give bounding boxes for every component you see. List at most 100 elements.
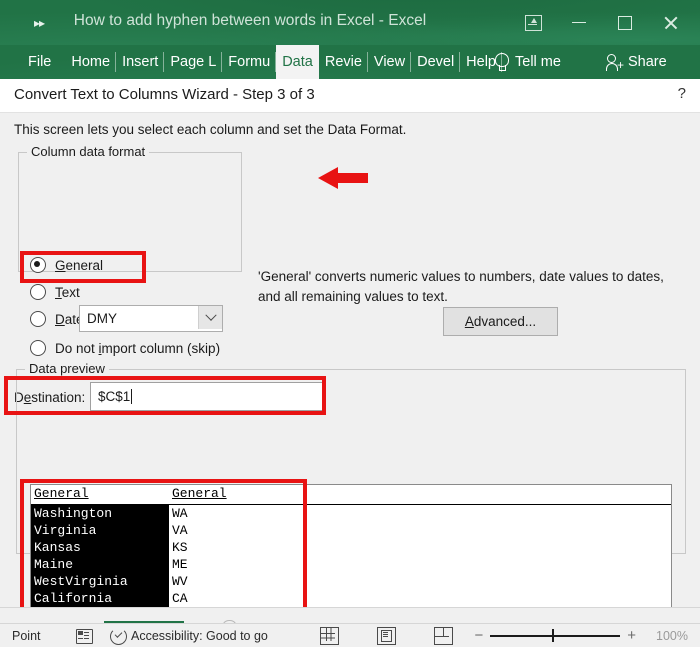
tab-formulas[interactable]: Formu (222, 45, 276, 79)
page-layout-view-icon[interactable] (377, 627, 396, 645)
tab-formulas-label: Formu (228, 54, 270, 70)
zoom-handle[interactable] (552, 629, 554, 642)
cell-col1: Kansas (34, 539, 81, 556)
normal-view-icon[interactable] (320, 627, 339, 645)
dialog-description: This screen lets you select each column … (14, 122, 406, 137)
dialog-title: Convert Text to Columns Wizard - Step 3 … (14, 86, 315, 103)
radio-text[interactable]: Text (30, 284, 80, 300)
ribbon-tab-strip: File Home Insert Page L Formu Data Revie… (0, 45, 700, 79)
accessibility-status[interactable]: Accessibility: Good to go (110, 628, 268, 645)
tab-review-label: Revie (325, 54, 362, 70)
tab-developer[interactable]: Devel (411, 45, 460, 79)
minimize-icon (572, 22, 586, 24)
radio-text-indicator (30, 284, 46, 300)
format-description: 'General' converts numeric values to num… (258, 267, 690, 306)
table-row: WestVirginia WV (31, 573, 671, 590)
excel-window: ▸▸ How to add hyphen between words in Ex… (0, 0, 700, 647)
tab-file-label: File (28, 54, 51, 70)
tab-insert-label: Insert (122, 54, 158, 70)
zoom-slider[interactable]: − + (474, 630, 636, 642)
accessibility-label: Accessibility: Good to go (131, 629, 268, 643)
maximize-button[interactable] (602, 0, 648, 45)
cell-col1: Virginia (34, 522, 96, 539)
date-format-value: DMY (80, 311, 117, 326)
radio-skip-indicator (30, 340, 46, 356)
tell-me-button[interactable]: Tell me (495, 45, 561, 79)
zoom-out-button[interactable]: − (474, 630, 483, 642)
share-button[interactable]: + Share (605, 45, 667, 79)
view-switcher (320, 627, 453, 645)
table-row: Kansas KS (31, 539, 671, 556)
minimize-button[interactable] (556, 0, 602, 45)
cell-col1: Maine (34, 556, 73, 573)
maximize-icon (618, 16, 632, 30)
advanced-button-label: Advanced... (465, 314, 536, 329)
share-person-icon: + (605, 53, 623, 71)
cell-col1: Washington (34, 505, 112, 522)
cell-col2: WA (172, 505, 188, 522)
tab-view[interactable]: View (368, 45, 411, 79)
table-row: Maine ME (31, 556, 671, 573)
tab-view-label: View (374, 54, 405, 70)
lightbulb-icon (495, 53, 508, 72)
tab-review[interactable]: Revie (319, 45, 368, 79)
dialog-title-bar: Convert Text to Columns Wizard - Step 3 … (0, 79, 700, 113)
ribbon-display-options-icon (525, 15, 542, 31)
tab-home-label: Home (71, 54, 110, 70)
cell-col1: California (34, 590, 112, 607)
table-row: Virginia VA (31, 522, 671, 539)
cell-col2: KS (172, 539, 188, 556)
radio-text-label: Text (55, 285, 80, 300)
column-header-1[interactable]: General (34, 486, 89, 501)
tab-developer-label: Devel (417, 54, 454, 70)
annotation-arrow-left (318, 167, 368, 189)
convert-text-to-columns-wizard: Convert Text to Columns Wizard - Step 3 … (0, 79, 700, 607)
cell-col2: WV (172, 573, 188, 590)
data-preview-body: Washington WA Virginia VA Kansas KS Main… (31, 505, 671, 607)
zoom-track[interactable] (490, 635, 620, 637)
tab-page-layout-label: Page L (170, 54, 216, 70)
cell-col2: CA (172, 590, 188, 607)
advanced-button[interactable]: Advanced... (443, 307, 558, 336)
close-icon (663, 15, 679, 31)
cell-col2: VA (172, 522, 188, 539)
status-mode: Point (12, 629, 41, 643)
tell-me-label: Tell me (515, 54, 561, 70)
title-bar: ▸▸ How to add hyphen between words in Ex… (0, 0, 700, 45)
chevron-down-icon[interactable] (198, 306, 222, 329)
status-bar: Point Accessibility: Good to go − + 100% (0, 623, 700, 647)
column-data-format-legend: Column data format (27, 144, 149, 159)
radio-skip-column[interactable]: Do not import column (skip) (30, 340, 220, 356)
tab-insert[interactable]: Insert (116, 45, 164, 79)
radio-skip-label: Do not import column (skip) (55, 341, 220, 356)
cell-col1: WestVirginia (34, 573, 128, 590)
close-button[interactable] (648, 0, 694, 45)
radio-general-indicator (30, 257, 46, 273)
help-button[interactable]: ? (678, 85, 686, 102)
tab-data[interactable]: Data (276, 45, 319, 79)
tab-file[interactable]: File (18, 45, 65, 79)
page-break-preview-icon[interactable] (434, 627, 453, 645)
column-data-format-group: Column data format (18, 152, 242, 272)
window-controls (510, 0, 694, 45)
share-label: Share (628, 54, 667, 70)
data-preview-legend: Data preview (25, 361, 109, 376)
table-row: Washington WA (31, 505, 671, 522)
radio-general-label: General (55, 258, 103, 273)
record-macro-icon[interactable] (76, 629, 93, 644)
sheet-tab-strip[interactable] (0, 607, 700, 624)
cell-col2: ME (172, 556, 188, 573)
ribbon-display-options-button[interactable] (510, 0, 556, 45)
table-row: California CA (31, 590, 671, 607)
radio-date-indicator (30, 311, 46, 327)
data-preview-header-row: General General (31, 485, 671, 505)
radio-general[interactable]: General (30, 257, 103, 273)
zoom-in-button[interactable]: + (627, 630, 636, 642)
date-format-select[interactable]: DMY (79, 305, 223, 332)
tab-home[interactable]: Home (65, 45, 116, 79)
tab-page-layout[interactable]: Page L (164, 45, 222, 79)
accessibility-icon (110, 628, 127, 645)
ribbon-tabs: File Home Insert Page L Formu Data Revie… (18, 45, 502, 79)
zoom-level-label[interactable]: 100% (656, 629, 688, 643)
column-header-2[interactable]: General (172, 486, 227, 501)
